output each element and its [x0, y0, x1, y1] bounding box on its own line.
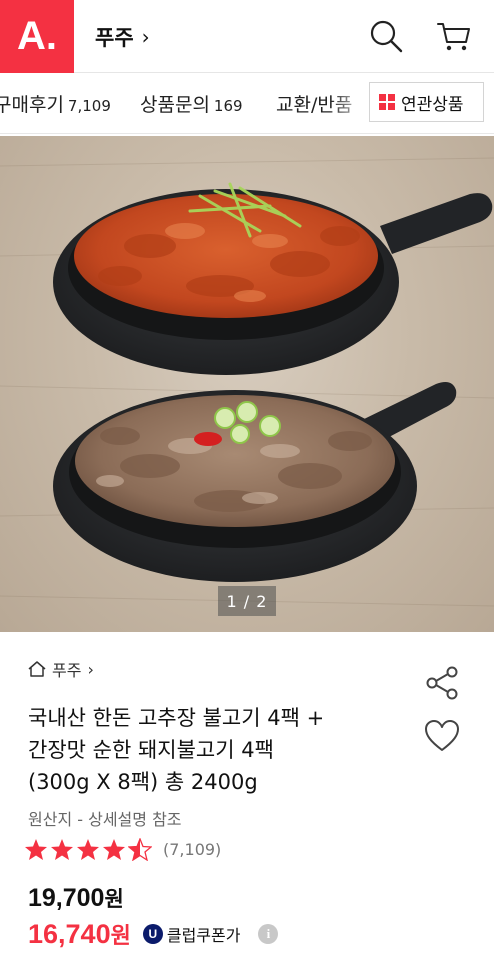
- tab-reviews-label: 구매후기: [0, 94, 64, 116]
- product-title-line: 간장맛 순한 돼지불고기 4팩: [28, 738, 274, 762]
- product-info: 푸주 › 국내산 한돈 고추장 불고기 4팩 + 간장맛 순한 돼지불고기 4팩…: [0, 632, 494, 959]
- product-image[interactable]: 1 / 2: [0, 136, 494, 632]
- tab-fade: [330, 74, 370, 133]
- sale-price: 16,740원: [28, 918, 131, 950]
- tab-qna-label: 상품문의: [140, 94, 210, 116]
- star-icon: [77, 839, 99, 860]
- top-header: A. 푸주 ›: [0, 0, 494, 73]
- related-products-button[interactable]: 연관상품: [369, 82, 484, 122]
- original-price-unit: 원: [104, 888, 124, 911]
- sale-price-unit: 원: [110, 923, 131, 948]
- store-link[interactable]: 푸주 ›: [95, 22, 150, 52]
- store-breadcrumb[interactable]: 푸주 ›: [28, 657, 94, 681]
- club-coupon-label: 클럽쿠폰가: [166, 926, 241, 945]
- tab-qna[interactable]: 상품문의 169: [140, 90, 243, 117]
- search-icon[interactable]: [368, 18, 404, 54]
- share-icon[interactable]: [424, 665, 460, 701]
- star-icon: [103, 839, 125, 860]
- origin-text: 원산지 - 상세설명 참조: [28, 810, 182, 829]
- breadcrumb-store-name: 푸주: [52, 661, 82, 680]
- tab-qna-count: 169: [213, 97, 243, 115]
- club-coupon-badge: U 클럽쿠폰가: [142, 922, 241, 946]
- store-name: 푸주: [95, 26, 134, 50]
- sale-price-row: 16,740원 U 클럽쿠폰가 i: [28, 918, 279, 950]
- star-icon: [25, 839, 47, 860]
- related-products-label: 연관상품: [401, 94, 464, 115]
- info-icon[interactable]: i: [258, 924, 279, 944]
- rating[interactable]: (7,109): [24, 838, 221, 861]
- heart-icon[interactable]: [424, 719, 460, 753]
- home-icon: [28, 661, 46, 677]
- tab-reviews-count: 7,109: [67, 97, 111, 115]
- product-title-line: (300g X 8팩) 총 2400g: [28, 770, 258, 794]
- original-price-amount: 19,700: [28, 884, 105, 912]
- product-photo: [0, 157, 494, 607]
- rating-count: (7,109): [163, 840, 222, 859]
- chevron-right-icon: ›: [87, 659, 94, 679]
- grid-icon: [379, 94, 395, 110]
- sale-price-amount: 16,740: [28, 919, 111, 949]
- product-title: 국내산 한돈 고추장 불고기 4팩 + 간장맛 순한 돼지불고기 4팩 (300…: [28, 702, 398, 798]
- cart-icon[interactable]: [436, 18, 472, 54]
- original-price: 19,700원: [28, 883, 124, 913]
- rating-stars: [24, 838, 152, 861]
- product-tabs: 구매후기 7,109 상품문의 169 교환/반품 연관상품: [0, 74, 494, 134]
- tab-reviews[interactable]: 구매후기 7,109: [0, 90, 111, 117]
- logo[interactable]: A.: [0, 0, 74, 73]
- product-title-line: 국내산 한돈 고추장 불고기 4팩 +: [28, 706, 325, 730]
- chevron-right-icon: ›: [141, 25, 150, 49]
- star-icon: [51, 839, 73, 860]
- club-u-icon: U: [142, 924, 163, 944]
- image-pager: 1 / 2: [218, 586, 276, 616]
- star-half-icon: [128, 838, 152, 861]
